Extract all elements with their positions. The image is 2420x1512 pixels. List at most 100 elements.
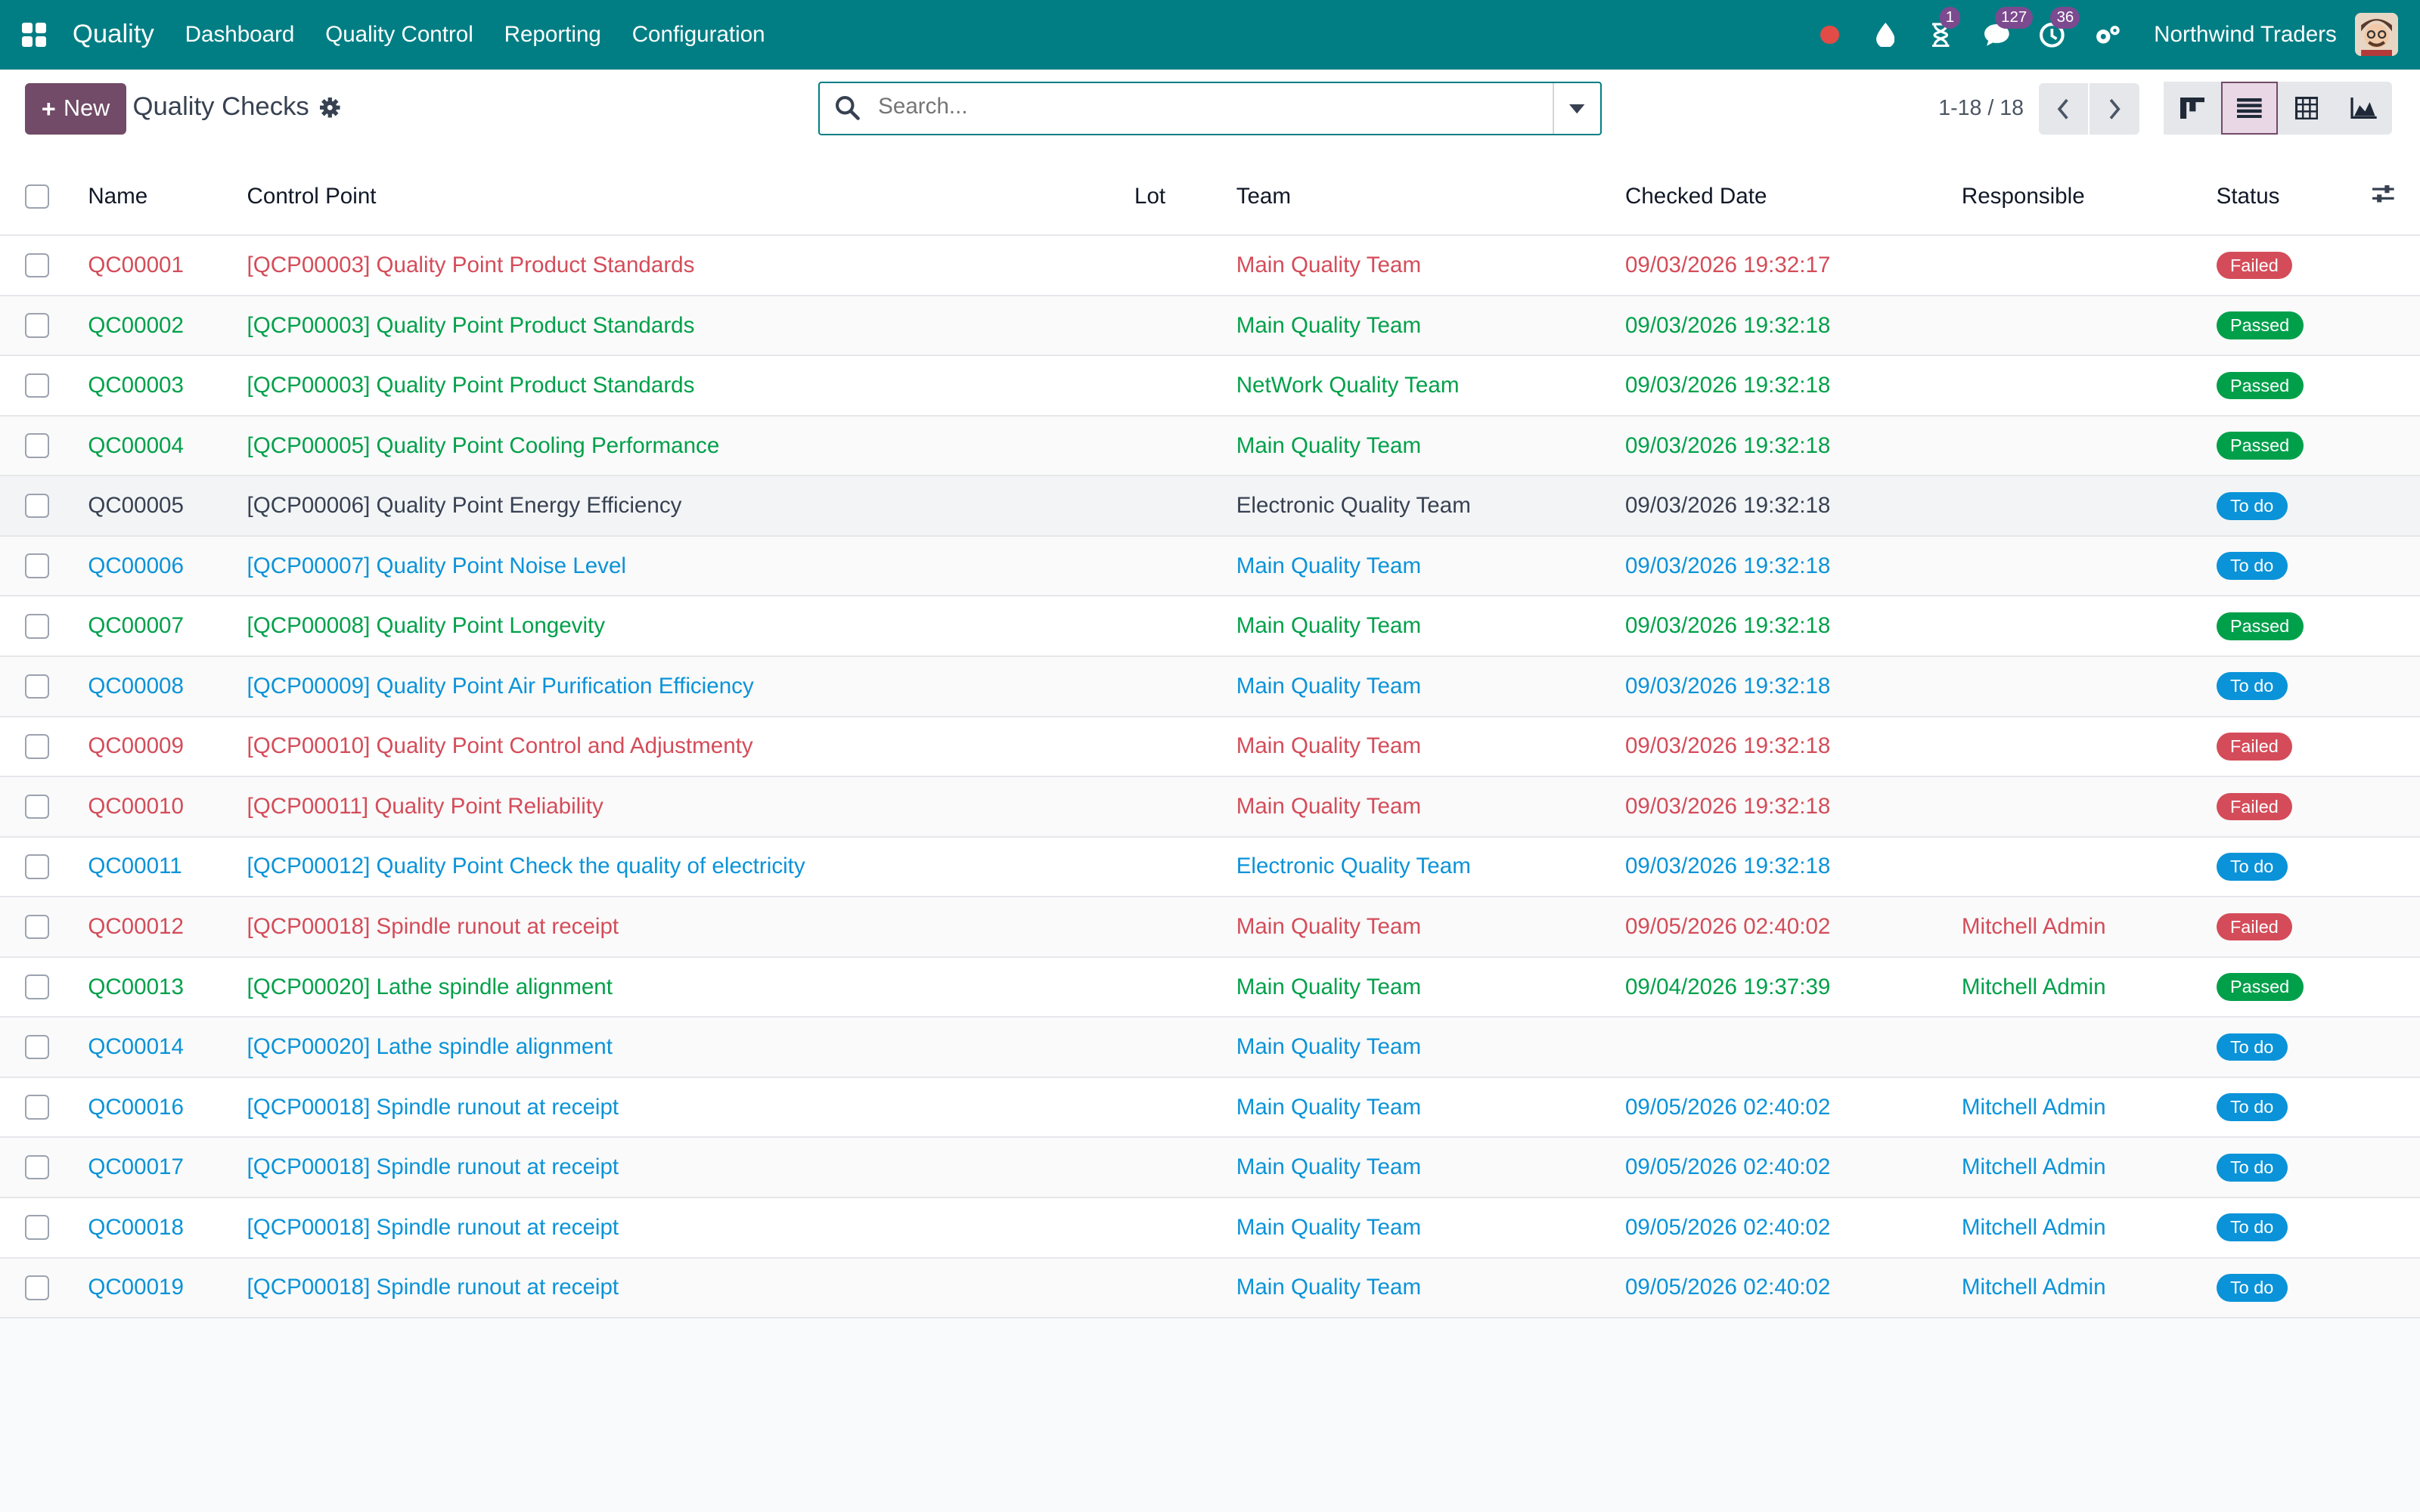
table-row[interactable]: QC00001 [QCP00003] Quality Point Product …: [0, 235, 2420, 296]
cell-team[interactable]: NetWork Quality Team: [1236, 355, 1625, 417]
row-checkbox[interactable]: [24, 553, 50, 578]
cell-lot[interactable]: [1134, 1017, 1236, 1078]
table-row[interactable]: QC00006 [QCP00007] Quality Point Noise Le…: [0, 535, 2420, 597]
cell-responsible[interactable]: [1961, 836, 2217, 898]
drop-icon[interactable]: [1870, 20, 1901, 51]
cell-checked-date[interactable]: 09/03/2026 19:32:18: [1624, 415, 1962, 477]
cell-checked-date[interactable]: 09/03/2026 19:32:18: [1624, 355, 1962, 417]
row-checkbox[interactable]: [24, 613, 50, 639]
cell-responsible[interactable]: [1961, 415, 2217, 477]
cell-checked-date[interactable]: 09/05/2026 02:40:02: [1624, 1197, 1962, 1259]
hourglass-icon[interactable]: 1: [1925, 7, 1961, 51]
table-row[interactable]: QC00008 [QCP00009] Quality Point Air Puri…: [0, 656, 2420, 717]
cell-responsible[interactable]: [1961, 656, 2217, 717]
cell-responsible[interactable]: Mitchell Admin: [1961, 956, 2217, 1018]
optional-columns-icon[interactable]: [2371, 184, 2396, 209]
list-view-button[interactable]: [2220, 82, 2279, 135]
cell-status[interactable]: Passed: [2216, 596, 2371, 658]
cell-responsible[interactable]: [1961, 1017, 2217, 1078]
cell-lot[interactable]: [1134, 956, 1236, 1018]
cell-responsible[interactable]: Mitchell Admin: [1961, 1257, 2217, 1319]
cell-checked-date[interactable]: 09/03/2026 19:32:18: [1624, 836, 1962, 898]
cell-lot[interactable]: [1134, 476, 1236, 537]
cell-status[interactable]: Passed: [2216, 415, 2371, 477]
cell-responsible[interactable]: [1961, 535, 2217, 597]
column-header-status[interactable]: Status: [2216, 159, 2371, 237]
new-button[interactable]: + New: [24, 83, 127, 135]
row-checkbox[interactable]: [24, 313, 50, 338]
settings-icon[interactable]: [2093, 20, 2124, 51]
apps-menu-icon[interactable]: [21, 22, 47, 48]
table-row[interactable]: QC00009 [QCP00010] Quality Point Control …: [0, 716, 2420, 778]
cell-team[interactable]: Main Quality Team: [1236, 1017, 1625, 1078]
cell-name[interactable]: QC00002: [88, 295, 247, 357]
row-checkbox[interactable]: [24, 854, 50, 879]
table-row[interactable]: QC00017 [QCP00018] Spindle runout at rece…: [0, 1137, 2420, 1198]
cell-team[interactable]: Main Quality Team: [1236, 1197, 1625, 1259]
cell-name[interactable]: QC00014: [88, 1017, 247, 1078]
column-header-lot[interactable]: Lot: [1134, 159, 1236, 237]
cell-status[interactable]: Passed: [2216, 355, 2371, 417]
table-row[interactable]: QC00011 [QCP00012] Quality Point Check th…: [0, 836, 2420, 898]
cell-name[interactable]: QC00011: [88, 836, 247, 898]
cell-control-point[interactable]: [QCP00018] Spindle runout at receipt: [247, 1197, 1134, 1259]
cell-control-point[interactable]: [QCP00005] Quality Point Cooling Perform…: [247, 415, 1134, 477]
cell-name[interactable]: QC00017: [88, 1137, 247, 1198]
cell-checked-date[interactable]: 09/03/2026 19:32:18: [1624, 656, 1962, 717]
cell-responsible[interactable]: [1961, 596, 2217, 658]
table-row[interactable]: QC00012 [QCP00018] Spindle runout at rece…: [0, 897, 2420, 958]
cell-name[interactable]: QC00001: [88, 235, 247, 296]
table-row[interactable]: QC00007 [QCP00008] Quality Point Longevit…: [0, 596, 2420, 658]
gear-icon[interactable]: [319, 96, 341, 125]
cell-responsible[interactable]: Mitchell Admin: [1961, 1197, 2217, 1259]
cell-team[interactable]: Main Quality Team: [1236, 656, 1625, 717]
row-checkbox[interactable]: [24, 914, 50, 940]
pager-next-button[interactable]: [2090, 83, 2139, 135]
cell-team[interactable]: Main Quality Team: [1236, 1137, 1625, 1198]
cell-responsible[interactable]: [1961, 295, 2217, 357]
search-options-toggle[interactable]: [1553, 83, 1600, 135]
cell-control-point[interactable]: [QCP00010] Quality Point Control and Adj…: [247, 716, 1134, 778]
user-avatar[interactable]: [2355, 13, 2399, 57]
cell-status[interactable]: To do: [2216, 476, 2371, 537]
table-row[interactable]: QC00018 [QCP00018] Spindle runout at rece…: [0, 1197, 2420, 1259]
table-row[interactable]: QC00016 [QCP00018] Spindle runout at rece…: [0, 1077, 2420, 1139]
cell-responsible[interactable]: [1961, 776, 2217, 838]
cell-status[interactable]: To do: [2216, 656, 2371, 717]
record-icon[interactable]: [1814, 20, 1845, 51]
cell-name[interactable]: QC00007: [88, 596, 247, 658]
cell-team[interactable]: Main Quality Team: [1236, 295, 1625, 357]
cell-name[interactable]: QC00003: [88, 355, 247, 417]
company-switcher[interactable]: Northwind Traders: [2154, 22, 2337, 48]
cell-responsible[interactable]: Mitchell Admin: [1961, 1137, 2217, 1198]
cell-lot[interactable]: [1134, 235, 1236, 296]
cell-team[interactable]: Main Quality Team: [1236, 235, 1625, 296]
menu-quality-control[interactable]: Quality Control: [325, 22, 473, 48]
table-row[interactable]: QC00010 [QCP00011] Quality Point Reliabil…: [0, 776, 2420, 838]
cell-control-point[interactable]: [QCP00008] Quality Point Longevity: [247, 596, 1134, 658]
cell-control-point[interactable]: [QCP00007] Quality Point Noise Level: [247, 535, 1134, 597]
cell-status[interactable]: Failed: [2216, 897, 2371, 958]
cell-checked-date[interactable]: 09/03/2026 19:32:18: [1624, 535, 1962, 597]
cell-name[interactable]: QC00010: [88, 776, 247, 838]
row-checkbox[interactable]: [24, 253, 50, 278]
cell-status[interactable]: Passed: [2216, 295, 2371, 357]
cell-status[interactable]: To do: [2216, 1137, 2371, 1198]
table-row[interactable]: QC00013 [QCP00020] Lathe spindle alignmen…: [0, 956, 2420, 1018]
table-row[interactable]: QC00002 [QCP00003] Quality Point Product …: [0, 295, 2420, 357]
cell-checked-date[interactable]: 09/05/2026 02:40:02: [1624, 1137, 1962, 1198]
column-header-checked-date[interactable]: Checked Date: [1624, 159, 1962, 237]
cell-checked-date[interactable]: 09/03/2026 19:32:18: [1624, 596, 1962, 658]
cell-control-point[interactable]: [QCP00003] Quality Point Product Standar…: [247, 355, 1134, 417]
cell-checked-date[interactable]: 09/03/2026 19:32:17: [1624, 235, 1962, 296]
search-input[interactable]: [875, 92, 1545, 122]
cell-lot[interactable]: [1134, 295, 1236, 357]
column-header-responsible[interactable]: Responsible: [1961, 159, 2217, 237]
row-checkbox[interactable]: [24, 734, 50, 759]
cell-team[interactable]: Main Quality Team: [1236, 596, 1625, 658]
pager-value[interactable]: 1-18 / 18: [1938, 96, 2024, 121]
cell-responsible[interactable]: Mitchell Admin: [1961, 1077, 2217, 1139]
cell-name[interactable]: QC00006: [88, 535, 247, 597]
cell-lot[interactable]: [1134, 1137, 1236, 1198]
cell-lot[interactable]: [1134, 716, 1236, 778]
